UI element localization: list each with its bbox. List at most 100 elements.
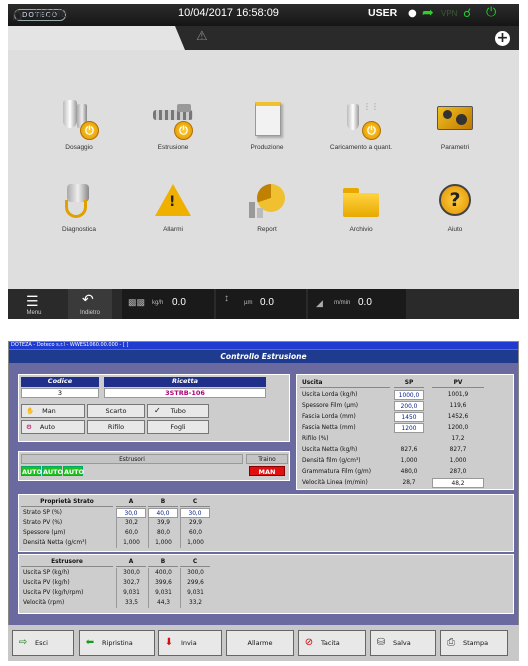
restore-icon: ⬅ (85, 637, 95, 648)
datetime: 10/04/2017 16:58:09 (178, 7, 279, 19)
tile-diagnostica[interactable]: Diagnostica (34, 182, 124, 233)
tile-caricamento[interactable]: ⋮⋮ ⏻ Caricamento a quant. (316, 100, 406, 151)
uscita-row-label: Fascia Netta (mm) (302, 423, 356, 431)
warning-icon[interactable]: ⚠ (196, 29, 208, 44)
alarm-icon: ! (151, 182, 195, 222)
tile-report[interactable]: Report (222, 182, 312, 233)
output-readout: ▩▩ kg/h 0.0 (122, 289, 214, 319)
extruder-icon: ▩▩ (128, 297, 146, 307)
uscita-cell[interactable]: 1000,0 (394, 390, 424, 400)
salva-label: Salva (393, 639, 411, 647)
strato-row-label: Densità Netta (g/cm³) (23, 538, 87, 546)
save-icon: ⛁ (376, 637, 386, 648)
uscita-cell[interactable]: 1450 (394, 412, 424, 422)
estrusore-cell: 400,0 (148, 568, 178, 578)
strato-header-0: Proprietà Strato (21, 497, 113, 507)
uscita-row-label: Uscita Netta (kg/h) (302, 445, 358, 453)
menu-button[interactable]: ☰ Menu (14, 289, 54, 319)
home-label[interactable]: HOME (35, 8, 68, 20)
add-icon[interactable]: + (495, 31, 510, 46)
esci-button[interactable]: ⇨ Esci (12, 630, 74, 656)
codice-field[interactable]: 3 (21, 388, 99, 398)
uscita-cell: 287,0 (449, 467, 467, 475)
ripristina-label: Ripristina (102, 639, 133, 647)
extrusion-icon: ⏻ (151, 100, 195, 140)
uscita-cell: 1200,0 (447, 423, 469, 431)
uscita-cell[interactable]: 48,2 (432, 478, 484, 488)
tile-produzione[interactable]: Produzione (222, 100, 312, 151)
uscita-cell: 827,6 (400, 445, 418, 453)
uscita-row-label: Velocità Linea (m/min) (302, 478, 368, 486)
um-value: 0.0 (260, 297, 274, 308)
estrusore-row-label: Uscita PV (kg/h) (23, 578, 70, 586)
power-icon[interactable]: ⏻ (486, 5, 496, 20)
uscita-header-2: PV (432, 378, 484, 388)
ripristina-button[interactable]: ⬅ Ripristina (79, 630, 155, 656)
strato-cell[interactable]: 30,0 (180, 508, 210, 518)
allarme-label: Allarme (247, 639, 273, 647)
archive-icon (339, 182, 383, 222)
vpn-label[interactable]: VPN (441, 9, 457, 18)
um-unit: µm (244, 300, 253, 306)
tile-estrusione[interactable]: ⏻ Estrusione (128, 100, 218, 151)
thickness-icon: ↕ (224, 293, 229, 304)
back-button[interactable]: ↶ Indietro (68, 289, 112, 319)
check-icon: ✓ (154, 406, 161, 415)
uscita-cell (394, 434, 424, 444)
auto-flag-b: AUTO (42, 466, 64, 476)
scarto-label: Scarto (105, 407, 127, 415)
invia-button[interactable]: ⬇ Invia (158, 630, 222, 656)
tile-allarmi[interactable]: ! Allarmi (128, 182, 218, 233)
thickness-readout: ↕ µm 0.0 (216, 289, 306, 319)
salva-button[interactable]: ⛁ Salva (370, 630, 436, 656)
tile-dosaggio[interactable]: ⏻ Dosaggio (34, 100, 124, 151)
uscita-cell: 1001,9 (447, 390, 469, 398)
tile-parametri[interactable]: Parametri (410, 100, 500, 151)
home-icon[interactable]: ⌂ (12, 5, 23, 25)
tile-archivio[interactable]: Archivio (316, 182, 406, 233)
strato-row-label: Spessore (µm) (23, 528, 66, 536)
tile-label: Produzione (250, 144, 284, 151)
uscita-row-label: Rifilo (%) (302, 434, 329, 442)
strato-cell: 1,000 (148, 538, 178, 548)
estrusori-label: Estrusori (21, 454, 243, 464)
user-icon[interactable]: ● (408, 8, 417, 19)
tacita-button[interactable]: ⊘ Tacita (298, 630, 366, 656)
mute-icon: ⊘ (304, 637, 314, 648)
strato-cell[interactable]: 30,0 (116, 508, 146, 518)
auto-button[interactable]: ⚙ Auto (21, 420, 85, 434)
estrusore-cell: 300,0 (116, 568, 146, 578)
user-label[interactable]: USER (368, 7, 397, 19)
uscita-cell: 28,7 (402, 478, 416, 486)
scarto-button[interactable]: Scarto (87, 404, 145, 418)
tile-label: Parametri (440, 144, 470, 151)
tile-label: Aiuto (447, 226, 463, 233)
rifilo-button[interactable]: Rifilo (87, 420, 145, 434)
traino-status: MAN (249, 466, 285, 476)
strato-cell[interactable]: 40,0 (148, 508, 178, 518)
tubo-button[interactable]: ✓ Tubo (147, 404, 209, 418)
key-icon[interactable]: ☌ (463, 6, 471, 20)
traino-label: Traino (246, 454, 288, 464)
ricetta-field[interactable]: 3STRB-106 (104, 388, 266, 398)
tile-label: Allarmi (163, 226, 183, 233)
exchange-arrow-icon[interactable]: ➦ (422, 5, 434, 21)
tile-label: Estrusione (157, 144, 189, 151)
fogli-button[interactable]: Fogli (147, 420, 209, 434)
strato-cell: 1,000 (180, 538, 210, 548)
allarme-button[interactable]: Allarme (226, 630, 294, 656)
invia-label: Invia (181, 639, 197, 647)
uscita-cell: 1,000 (400, 456, 418, 464)
stampa-button[interactable]: ⎙ Stampa (440, 630, 508, 656)
uscita-cell[interactable]: 200,0 (394, 401, 424, 411)
printer-icon: ⎙ (447, 637, 455, 648)
uscita-cell[interactable]: 1200 (394, 423, 424, 433)
strato-cell: 29,9 (180, 518, 210, 528)
estrusore-cell: 399,6 (148, 578, 178, 588)
tile-aiuto[interactable]: ? Aiuto (410, 182, 500, 233)
estrusore-cell: 300,0 (180, 568, 210, 578)
tile-label: Caricamento a quant. (329, 144, 393, 151)
esci-label: Esci (35, 639, 48, 647)
auto-label: Auto (39, 423, 55, 431)
man-button[interactable]: ✋ Man (21, 404, 85, 418)
